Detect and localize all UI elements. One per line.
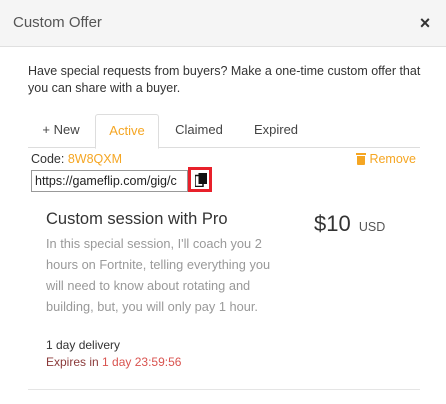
code-value: 8W8QXM — [67, 152, 123, 166]
divider — [28, 389, 420, 390]
expires-label: Expires in — [46, 355, 99, 369]
intro-text: Have special requests from buyers? Make … — [28, 64, 421, 95]
copy-link-button[interactable] — [188, 167, 212, 192]
remove-label: Remove — [369, 152, 416, 166]
offer-title: Custom session with Pro — [46, 210, 228, 228]
offer-price: $10 USD — [314, 211, 385, 237]
offer-code: Code: 8W8QXM — [31, 152, 122, 166]
price-currency: USD — [358, 220, 386, 234]
offer-tabs: + New Active Claimed Expired — [28, 114, 420, 149]
trash-icon — [356, 153, 367, 165]
tab-claimed[interactable]: Claimed — [163, 114, 235, 148]
tab-active[interactable]: Active — [95, 114, 159, 149]
expiry: Expires in 1 day 23:59:56 — [46, 355, 181, 369]
remove-button[interactable]: Remove — [356, 152, 416, 166]
tab-expired[interactable]: Expired — [239, 114, 313, 148]
modal-title: Custom Offer — [13, 14, 102, 31]
modal-header: Custom Offer × — [0, 0, 446, 47]
price-value: $10 — [314, 211, 351, 236]
copy-icon — [195, 173, 207, 187]
offer-link-field[interactable] — [31, 170, 188, 192]
tab-new[interactable]: + New — [28, 114, 94, 148]
close-button[interactable]: × — [416, 12, 434, 34]
expires-countdown: 1 day 23:59:56 — [102, 355, 182, 369]
code-label: Code: — [31, 152, 65, 166]
custom-offer-modal: Custom Offer × Have special requests fro… — [0, 0, 446, 404]
offer-description: In this special session, I'll coach you … — [46, 236, 271, 314]
delivery-time: 1 day delivery — [46, 338, 121, 352]
